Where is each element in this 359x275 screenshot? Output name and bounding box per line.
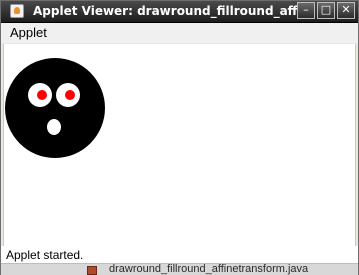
left-pupil: [37, 90, 47, 100]
status-text: Applet started.: [6, 248, 84, 262]
mouth: [47, 119, 61, 135]
face-circle: [5, 58, 105, 158]
face-drawing: [5, 58, 105, 158]
java-cup-icon: [10, 4, 24, 18]
right-pupil: [65, 90, 75, 100]
close-button[interactable]: ✕: [337, 2, 355, 19]
menu-applet[interactable]: Applet: [10, 25, 47, 40]
window-title: Applet Viewer: drawround_fillround_affin…: [33, 4, 299, 18]
task-file-name[interactable]: drawround_fillround_affinetransform.java: [109, 264, 308, 275]
java-file-icon: [87, 266, 97, 275]
applet-viewer-window: Applet Viewer: drawround_fillround_affin…: [0, 0, 359, 275]
menu-bar: Applet: [1, 23, 358, 43]
taskbar-strip: drawround_fillround_affinetransform.java: [1, 263, 358, 275]
minimize-button[interactable]: –: [297, 2, 315, 19]
maximize-button[interactable]: □: [317, 2, 335, 19]
title-bar[interactable]: Applet Viewer: drawround_fillround_affin…: [1, 1, 358, 23]
applet-canvas: [3, 44, 356, 246]
